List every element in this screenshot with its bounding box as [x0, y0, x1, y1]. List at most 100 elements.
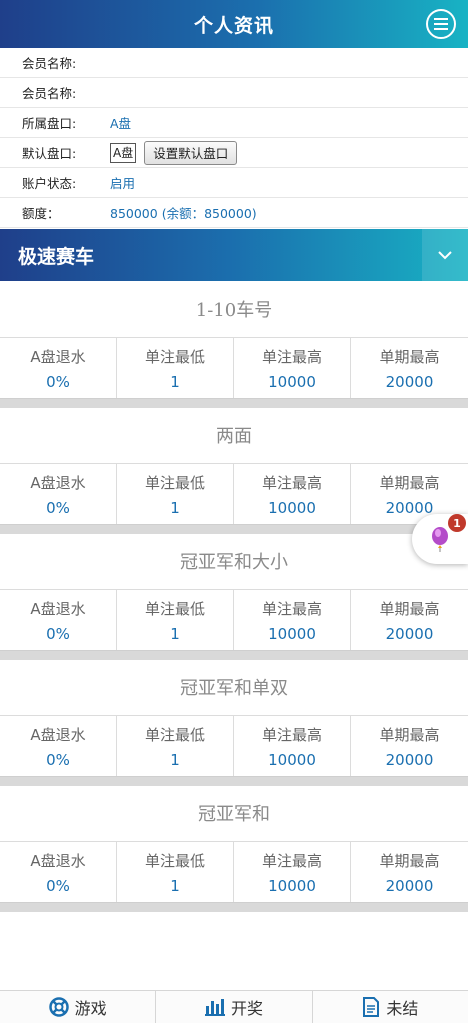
column-header: A盘退水 [30, 851, 86, 870]
limit-cell: 单注最高 10000 [234, 842, 351, 902]
limit-value: 0% [46, 750, 70, 769]
block-title: 冠亚军和大小 [180, 552, 288, 573]
column-header: 单期最高 [379, 851, 440, 870]
limit-value: 0% [46, 624, 70, 643]
info-value: A盘 设置默认盘口 [110, 140, 238, 165]
tab-label: 未结 [386, 999, 419, 1018]
default-handicap-select[interactable]: A盘 [110, 142, 137, 163]
limit-table: A盘退水 0% 单注最低 1 单注最高 10000 单期最高 20000 [0, 337, 468, 398]
info-label: 账户状态: [22, 176, 77, 191]
limit-cell: 单注最高 10000 [234, 716, 351, 776]
balloon-icon [432, 527, 448, 552]
limit-cell: 单注最低 1 [117, 716, 234, 776]
document-icon [363, 997, 380, 1017]
tab-unsettled[interactable]: 未结 [313, 991, 468, 1023]
column-header: 单注最高 [261, 851, 322, 870]
tab-label: 开奖 [230, 999, 263, 1018]
info-label: 会员名称: [22, 86, 77, 101]
column-header: 单注最高 [261, 725, 322, 744]
limit-table: A盘退水 0% 单注最低 1 单注最高 10000 单期最高 20000 [0, 841, 468, 902]
limit-value: 20000 [385, 624, 434, 643]
limit-cell: 单期最高 20000 [351, 842, 468, 902]
column-header: A盘退水 [30, 725, 86, 744]
info-row-default-handicap: 默认盘口: A盘 设置默认盘口 [0, 138, 468, 168]
info-row-credit: 额度： 850000 (余额：850000) [0, 198, 468, 228]
limit-value: 1 [170, 624, 180, 643]
bar-chart-icon [204, 999, 225, 1016]
limit-value: 0% [46, 498, 70, 517]
limit-table: A盘退水 0% 单注最低 1 单注最高 10000 单期最高 20000 [0, 715, 468, 776]
column-header: 单期最高 [379, 347, 440, 366]
column-header: 单期最高 [379, 725, 440, 744]
limit-value: 10000 [268, 876, 316, 895]
limit-cell: 单注最高 10000 [234, 590, 351, 650]
limit-block: 冠亚军和 A盘退水 0% 单注最低 1 单注最高 10000 单期最高 20000 [0, 785, 468, 912]
limit-value: 10000 [268, 750, 316, 769]
limit-cell: 单期最高 20000 [351, 716, 468, 776]
limit-cell: A盘退水 0% [0, 842, 117, 902]
limit-value: 10000 [268, 624, 316, 643]
info-label: 所属盘口: [22, 116, 77, 131]
column-header: 单注最低 [144, 851, 205, 870]
column-header: 单期最高 [379, 599, 440, 618]
column-header: 单注最高 [261, 347, 322, 366]
block-title: 冠亚军和 [198, 804, 270, 825]
limit-cell: 单注最低 1 [117, 590, 234, 650]
column-header: A盘退水 [30, 347, 86, 366]
limit-block: 1-10车号 A盘退水 0% 单注最低 1 单注最高 10000 单期最高 20000 [0, 281, 468, 408]
limit-block: 两面 A盘退水 0% 单注最低 1 单注最高 10000 单期最高 20000 [0, 407, 468, 534]
info-row-account-status: 账户状态: 启用 [0, 168, 468, 198]
limit-value: 1 [170, 372, 180, 391]
column-header: 单注最高 [261, 599, 322, 618]
game-section-header[interactable]: 极速赛车 [0, 229, 468, 281]
info-row-member-name-2: 会员名称: [0, 78, 468, 108]
limit-table: A盘退水 0% 单注最低 1 单注最高 10000 单期最高 20000 [0, 589, 468, 650]
limit-value: 10000 [268, 372, 316, 391]
lifebuoy-icon [48, 997, 69, 1017]
header-bar: 个人资讯 [0, 0, 468, 48]
tab-results[interactable]: 开奖 [156, 991, 313, 1023]
credit-value: 850000 (余额：850000) [110, 206, 257, 221]
limit-cell: A盘退水 0% [0, 464, 117, 524]
block-title: 两面 [216, 426, 252, 447]
notification-badge: 1 [448, 514, 466, 532]
limit-value: 0% [46, 876, 70, 895]
limit-value: 20000 [385, 498, 434, 517]
column-header: A盘退水 [30, 473, 86, 492]
column-header: 单注最低 [144, 599, 205, 618]
limit-value: 1 [170, 750, 180, 769]
block-title: 冠亚军和单双 [180, 678, 288, 699]
section-title: 极速赛车 [18, 245, 95, 268]
limit-value: 20000 [385, 876, 434, 895]
limit-cell: 单期最高 20000 [351, 590, 468, 650]
limit-cell: 单注最低 1 [117, 842, 234, 902]
limit-cell: 单注最低 1 [117, 464, 234, 524]
block-title: 1-10车号 [195, 300, 273, 321]
column-header: A盘退水 [30, 599, 86, 618]
column-header: 单注最低 [144, 347, 205, 366]
floating-notification-button[interactable]: 1 [412, 514, 468, 564]
column-header: 单期最高 [379, 473, 440, 492]
menu-icon[interactable] [426, 9, 456, 39]
limit-value: 0% [46, 372, 70, 391]
column-header: 单注最高 [261, 473, 322, 492]
limit-block: 冠亚军和大小 A盘退水 0% 单注最低 1 单注最高 10000 单期最高 20000 [0, 533, 468, 660]
limit-cell: 单注最低 1 [117, 338, 234, 398]
limit-block: 冠亚军和单双 A盘退水 0% 单注最低 1 单注最高 10000 单期最高 20000 [0, 659, 468, 786]
tab-games[interactable]: 游戏 [0, 991, 157, 1023]
set-default-handicap-button[interactable]: 设置默认盘口 [144, 140, 238, 165]
info-label: 额度： [22, 206, 60, 221]
info-label: 默认盘口: [22, 146, 77, 161]
limit-cell: 单注最高 10000 [234, 464, 351, 524]
status-value: 启用 [110, 176, 136, 191]
limit-value: 1 [170, 498, 180, 517]
limit-cell: 单注最高 10000 [234, 338, 351, 398]
limit-value: 20000 [385, 750, 434, 769]
chevron-down-icon[interactable] [422, 229, 468, 281]
limit-value: 20000 [385, 372, 434, 391]
info-label: 会员名称: [22, 56, 77, 71]
tab-label: 游戏 [74, 999, 107, 1018]
account-info: 会员名称: 会员名称: 所属盘口: A盘 默认盘口: A盘 设置默认盘口 账户状… [0, 48, 468, 228]
bottom-tab-bar: 游戏 开奖 未结 [0, 990, 468, 1023]
limit-value: 1 [170, 876, 180, 895]
